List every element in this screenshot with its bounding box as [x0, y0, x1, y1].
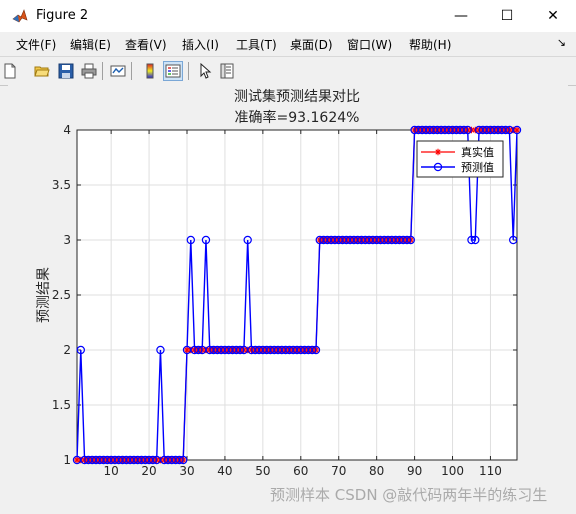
x-tick-label: 110	[479, 464, 502, 478]
maximize-icon: ☐	[500, 8, 514, 24]
title-bar: Figure 2 — ☐ ✕	[0, 0, 576, 32]
toolbar	[0, 56, 576, 86]
x-tick-label: 70	[331, 464, 346, 478]
minimize-button[interactable]: —	[438, 0, 484, 32]
x-tick-label: 10	[103, 464, 118, 478]
menu-window[interactable]: 窗口(W)	[347, 36, 392, 53]
x-tick-label: 90	[407, 464, 422, 478]
chart-subtitle: 准确率=93.1624%	[235, 109, 360, 126]
x-tick-label: 40	[217, 464, 232, 478]
toolbar-separator	[188, 62, 189, 80]
chart-title: 测试集预测结果对比	[234, 88, 360, 105]
link-plot-icon[interactable]	[108, 61, 128, 81]
y-tick-label: 4	[63, 123, 71, 137]
y-tick-label: 1	[63, 453, 71, 467]
chart-svg: 10 20 30 40 50 60 70 80 90 100 110 1 1.5 2 2.5 3 3.5 4 测试集…	[36, 88, 522, 478]
menu-insert[interactable]: 插入(I)	[182, 36, 219, 53]
new-figure-icon[interactable]	[0, 61, 20, 81]
print-icon[interactable]	[79, 61, 99, 81]
menu-overflow-arrow-icon[interactable]: ↘	[557, 36, 566, 49]
x-tick-label: 50	[255, 464, 270, 478]
y-tick-label: 2.5	[52, 288, 71, 302]
menu-view[interactable]: 查看(V)	[125, 36, 167, 53]
save-icon[interactable]	[56, 61, 76, 81]
minimize-icon: —	[454, 8, 468, 24]
pointer-icon[interactable]	[195, 61, 215, 81]
y-tick-label: 1.5	[52, 398, 71, 412]
legend-icon[interactable]	[163, 61, 183, 81]
menu-edit[interactable]: 编辑(E)	[70, 36, 111, 53]
x-tick-label: 100	[441, 464, 464, 478]
toolbar-separator	[131, 62, 132, 80]
menu-desktop[interactable]: 桌面(D)	[290, 36, 333, 53]
figure-canvas: 10 20 30 40 50 60 70 80 90 100 110 1 1.5 2 2.5 3 3.5 4 测试集…	[8, 85, 568, 505]
property-editor-icon[interactable]	[217, 61, 237, 81]
maximize-button[interactable]: ☐	[484, 0, 530, 32]
x-tick-label: 20	[141, 464, 156, 478]
y-tick-label: 3.5	[52, 178, 71, 192]
close-button[interactable]: ✕	[530, 0, 576, 32]
menu-bar: 文件(F) 编辑(E) 查看(V) 插入(I) 工具(T) 桌面(D) 窗口(W…	[0, 32, 576, 56]
matlab-logo-icon	[12, 9, 28, 23]
x-tick-label: 80	[369, 464, 384, 478]
y-axis-label: 预测结果	[36, 267, 52, 323]
x-tick-label: 60	[293, 464, 308, 478]
menu-help[interactable]: 帮助(H)	[409, 36, 451, 53]
legend-true-label: 真实值	[461, 145, 494, 159]
window-title: Figure 2	[36, 8, 89, 23]
menu-file[interactable]: 文件(F)	[16, 36, 56, 53]
open-file-icon[interactable]	[32, 61, 52, 81]
y-tick-label: 2	[63, 343, 71, 357]
close-icon: ✕	[547, 8, 559, 24]
legend-pred-label: 预测值	[461, 161, 494, 174]
menu-tools[interactable]: 工具(T)	[236, 36, 277, 53]
colorbar-icon[interactable]	[140, 61, 160, 81]
x-tick-label: 30	[179, 464, 194, 478]
watermark: 预测样本 CSDN @敲代码两年半的练习生	[270, 486, 548, 504]
toolbar-separator	[102, 62, 103, 80]
y-tick-label: 3	[63, 233, 71, 247]
